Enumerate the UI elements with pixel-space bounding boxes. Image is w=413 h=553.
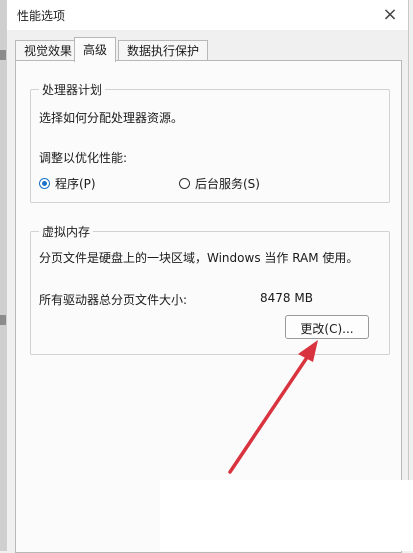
annotation-arrow xyxy=(228,340,318,474)
annotation-arrow-head xyxy=(298,340,318,362)
tab-advanced[interactable]: 高级 xyxy=(74,37,117,62)
annotation-arrow-shaft xyxy=(228,351,312,474)
watermark-logo xyxy=(160,480,413,551)
